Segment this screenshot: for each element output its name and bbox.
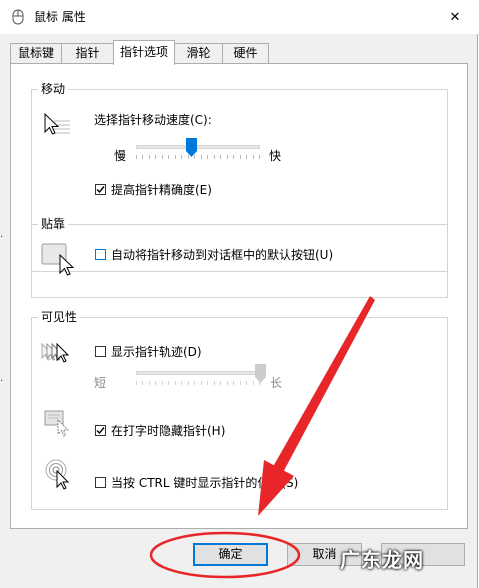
tab-bar: 鼠标键 指针 指针选项 滑轮 硬件 xyxy=(10,40,468,65)
slider-tick xyxy=(207,381,209,385)
slider-tick xyxy=(200,381,202,385)
slider-tick xyxy=(252,155,254,159)
fast-label: 快 xyxy=(269,149,282,163)
title-bar: 鼠标 属性 ✕ xyxy=(0,0,478,34)
annotation-ellipse-icon xyxy=(149,531,301,579)
slider-tick xyxy=(239,381,241,385)
slider-tick xyxy=(148,155,150,159)
slider-tick xyxy=(246,155,248,159)
slider-tick xyxy=(226,155,228,159)
slider-tick xyxy=(194,381,196,385)
close-button[interactable]: ✕ xyxy=(432,0,478,34)
snap-group-title: 贴靠 xyxy=(38,217,69,231)
short-label: 短 xyxy=(94,376,107,390)
slider-tick xyxy=(136,381,137,385)
slider-tick xyxy=(168,155,170,159)
slider-tick xyxy=(239,155,241,159)
tab-pointer-options[interactable]: 指针选项 xyxy=(113,40,175,65)
watermark-text: 广东龙网 xyxy=(340,547,424,572)
slider-tick xyxy=(213,381,215,385)
slider-tick xyxy=(233,155,235,159)
tab-hardware[interactable]: 硬件 xyxy=(222,43,269,63)
slider-tick xyxy=(136,155,137,159)
slider-tick xyxy=(174,155,176,159)
slider-tick xyxy=(200,155,202,159)
snap-label[interactable]: 自动将指针移动到对话框中的默认按钮(U) xyxy=(111,248,333,262)
trails-checkbox[interactable] xyxy=(95,346,106,357)
pointer-trails-icon xyxy=(40,340,74,369)
slider-tick xyxy=(174,381,176,385)
pointer-speed-icon xyxy=(42,112,72,141)
slider-tick xyxy=(207,155,209,159)
speed-label: 选择指针移动速度(C): xyxy=(94,113,212,127)
trail-length-slider-ticks xyxy=(136,381,260,385)
slider-tick xyxy=(161,381,163,385)
tab-pointers[interactable]: 指针 xyxy=(61,43,114,63)
trails-label[interactable]: 显示指针轨迹(D) xyxy=(111,345,202,359)
slider-tick xyxy=(181,381,183,385)
slider-tick xyxy=(161,155,163,159)
hide-while-typing-label[interactable]: 在打字时隐藏指针(H) xyxy=(111,424,225,438)
edge-mark: · xyxy=(0,232,4,243)
precision-checkbox[interactable] xyxy=(95,184,106,195)
slider-tick xyxy=(142,155,144,159)
snap-group: 贴靠 自动将指针移动到对话框中的默认按钮(U) xyxy=(31,217,448,298)
edge-mark: · xyxy=(0,376,4,387)
watermark: 广东龙网 xyxy=(340,538,460,578)
visibility-group: 可见性 显示指针轨迹(D) 短 长 在打字时隐藏指针(H) 当按 CTRL 键时… xyxy=(31,310,448,510)
visibility-group-title: 可见性 xyxy=(38,310,81,324)
slider-tick xyxy=(259,155,260,159)
speed-slider-ticks xyxy=(136,155,260,159)
hide-while-typing-checkbox[interactable] xyxy=(95,425,106,436)
slider-tick xyxy=(155,155,157,159)
precision-label[interactable]: 提高指针精确度(E) xyxy=(111,183,212,197)
slider-tick xyxy=(187,381,189,385)
slider-tick xyxy=(233,381,235,385)
speed-slider-thumb[interactable] xyxy=(186,138,198,157)
slider-tick xyxy=(155,381,157,385)
tab-buttons[interactable]: 鼠标键 xyxy=(10,43,62,63)
slider-tick xyxy=(226,381,228,385)
hide-while-typing-icon xyxy=(44,408,74,441)
slider-tick xyxy=(181,155,183,159)
slider-tick xyxy=(220,381,222,385)
tab-wheel[interactable]: 滑轮 xyxy=(174,43,223,63)
window-title: 鼠标 属性 xyxy=(34,10,86,24)
show-location-checkbox[interactable] xyxy=(95,477,106,488)
mouse-icon xyxy=(10,8,26,26)
slider-tick xyxy=(213,155,215,159)
motion-group-title: 移动 xyxy=(38,82,69,96)
snap-to-icon xyxy=(40,241,76,280)
slider-tick xyxy=(246,381,248,385)
slow-label: 慢 xyxy=(114,149,127,163)
slider-tick xyxy=(220,155,222,159)
speed-slider-track[interactable] xyxy=(136,145,260,149)
slider-tick xyxy=(142,381,144,385)
mouse-properties-dialog: 鼠标 属性 ✕ 鼠标键 指针 指针选项 滑轮 硬件 移动 选择指针移动速度(C)… xyxy=(0,0,478,588)
tab-panel: 移动 选择指针移动速度(C): 慢 快 提高指针精确度(E) 贴靠 自动将指针移… xyxy=(10,63,468,529)
snap-checkbox[interactable] xyxy=(95,249,106,260)
show-location-icon xyxy=(44,458,78,495)
slider-tick xyxy=(168,381,170,385)
trail-length-slider-track[interactable] xyxy=(136,371,260,375)
annotation-arrow-icon xyxy=(258,296,375,516)
slider-tick xyxy=(148,381,150,385)
close-icon: ✕ xyxy=(449,9,461,25)
